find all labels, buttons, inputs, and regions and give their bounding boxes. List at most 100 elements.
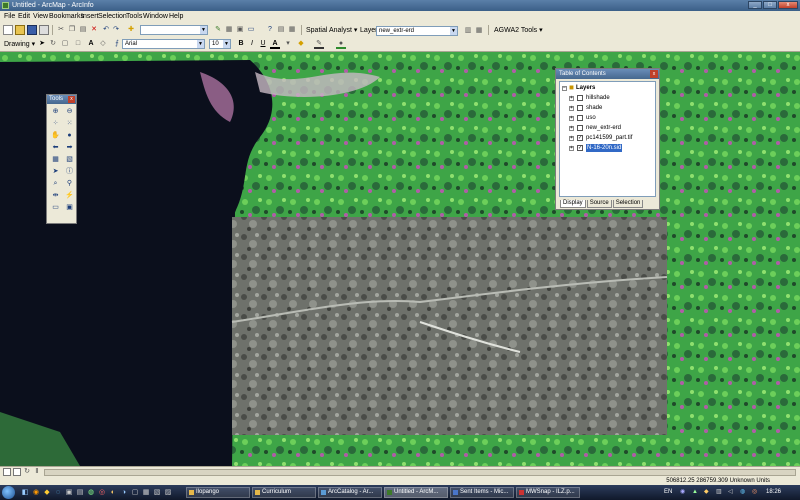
font-size-select[interactable]: 10 ▼: [209, 39, 231, 49]
select-features-icon[interactable]: ▦: [50, 155, 61, 165]
paste-icon[interactable]: ▤: [78, 25, 88, 35]
html-popup-icon[interactable]: ▭: [50, 203, 61, 213]
quick-launch-icon[interactable]: ◧: [20, 488, 30, 498]
command-line-icon[interactable]: ▭: [246, 25, 256, 35]
quick-launch-icon[interactable]: ▧: [152, 488, 162, 498]
chevron-down-icon[interactable]: ▼: [223, 40, 230, 48]
layout-icon[interactable]: ▦: [224, 25, 234, 35]
quick-launch-icon[interactable]: ▤: [75, 488, 85, 498]
quick-launch-icon[interactable]: ▣: [64, 488, 74, 498]
pause-drawing-icon[interactable]: Ⅱ: [33, 468, 41, 476]
map-canvas[interactable]: [0, 52, 800, 466]
refresh-icon[interactable]: ↻: [23, 468, 31, 476]
drawing-menu[interactable]: Drawing ▾: [4, 40, 35, 50]
expand-icon[interactable]: +: [569, 106, 574, 111]
layer-uso[interactable]: uso: [586, 114, 596, 122]
layers-root[interactable]: Layers: [576, 84, 595, 92]
chevron-down-icon[interactable]: ▾: [283, 39, 293, 49]
close-button[interactable]: x: [778, 1, 798, 9]
layer-checkbox[interactable]: [577, 115, 583, 121]
chevron-down-icon[interactable]: ▼: [200, 26, 207, 34]
tray-icon[interactable]: ▲: [692, 485, 698, 500]
layer-pc141599-part[interactable]: pc141599_part.tif: [586, 134, 632, 142]
tools-window-header[interactable]: Tools x: [47, 95, 76, 104]
language-indicator[interactable]: EN: [664, 485, 672, 500]
tools-close-icon[interactable]: x: [68, 96, 75, 103]
full-extent-icon[interactable]: ●: [64, 131, 75, 141]
histogram-icon[interactable]: ▥: [463, 26, 473, 36]
copy-icon[interactable]: ❐: [67, 25, 77, 35]
expand-icon[interactable]: +: [569, 126, 574, 131]
line-color-icon[interactable]: ✎: [314, 39, 324, 49]
quick-launch-icon[interactable]: ▨: [163, 488, 173, 498]
menu-insert[interactable]: Insert: [81, 13, 99, 21]
toc-header[interactable]: Table of Contents x: [556, 69, 659, 79]
tray-icon[interactable]: ◎: [752, 485, 757, 500]
expand-icon[interactable]: +: [569, 136, 574, 141]
chevron-down-icon[interactable]: ▼: [197, 40, 204, 48]
fill-color-icon[interactable]: ◆: [296, 39, 306, 49]
tools-window[interactable]: Tools x ⊕ ⊖ ⁘ ⁙ ✋ ● ⬅ ➡ ▦ ▧ ➤ ⓘ ⌕ ⚲ ⇹ ⚡ ▭…: [46, 94, 77, 224]
menu-selection[interactable]: Selection: [98, 13, 127, 21]
menu-window[interactable]: Window: [143, 13, 168, 21]
collapse-icon[interactable]: −: [562, 86, 567, 91]
tab-display[interactable]: Display: [560, 200, 586, 208]
layer-select[interactable]: new_extr-erd ▼: [376, 26, 458, 36]
hyperlink-icon[interactable]: ⚡: [64, 191, 75, 201]
data-view-icon[interactable]: [3, 468, 11, 476]
clear-selection-icon[interactable]: ▧: [64, 155, 75, 165]
delete-icon[interactable]: ✕: [89, 25, 99, 35]
quick-launch-icon[interactable]: ▢: [130, 488, 140, 498]
volume-icon[interactable]: ◁: [728, 485, 733, 500]
start-button[interactable]: [2, 486, 15, 499]
table-of-contents[interactable]: Table of Contents x − ◼ Layers + hillshad…: [555, 68, 660, 210]
toc-close-icon[interactable]: x: [650, 70, 658, 78]
zoom-in-icon[interactable]: ⊕: [50, 107, 61, 117]
tray-icon[interactable]: ◆: [704, 485, 709, 500]
pan-icon[interactable]: ✋: [50, 131, 61, 141]
task-ilopango[interactable]: Ilopango: [186, 487, 250, 498]
quick-launch-icon[interactable]: ◉: [31, 488, 41, 498]
open-folder-icon[interactable]: [15, 25, 25, 35]
task-curriculum[interactable]: Curriculum: [252, 487, 316, 498]
italic-button[interactable]: I: [247, 39, 257, 49]
identify-icon[interactable]: ⓘ: [64, 167, 75, 177]
layout-view-icon[interactable]: [13, 468, 21, 476]
redo-icon[interactable]: ↷: [111, 25, 121, 35]
zoom-out-icon[interactable]: ⊖: [64, 107, 75, 117]
task-outlook[interactable]: Sent Items - Mic...: [450, 487, 514, 498]
marker-color-icon[interactable]: ●: [336, 39, 346, 49]
quick-launch-icon[interactable]: ◌: [53, 488, 63, 498]
font-name-select[interactable]: Arial ▼: [122, 39, 205, 49]
maximize-button[interactable]: □: [763, 1, 777, 9]
map-scale-combo[interactable]: ▼: [140, 25, 208, 35]
menu-tools[interactable]: Tools: [126, 13, 142, 21]
fixed-zoom-out-icon[interactable]: ⁙: [64, 119, 75, 129]
find-icon[interactable]: ⌕: [50, 179, 61, 189]
whats-this-icon[interactable]: ?: [265, 25, 275, 35]
bold-button[interactable]: B: [236, 39, 246, 49]
tray-icon[interactable]: ◉: [680, 485, 685, 500]
layer-checkbox-checked[interactable]: ✓: [577, 135, 583, 141]
menu-view[interactable]: View: [33, 13, 48, 21]
agwa-tools-menu[interactable]: AGWA2 Tools ▾: [494, 26, 543, 36]
quick-launch-icon[interactable]: ◍: [86, 488, 96, 498]
select-elements-icon[interactable]: ➤: [37, 39, 47, 49]
expand-icon[interactable]: +: [569, 116, 574, 121]
edit-vertices-icon[interactable]: ◇: [98, 39, 108, 49]
task-arcmap-active[interactable]: Untitled - ArcM...: [384, 487, 448, 498]
chevron-down-icon[interactable]: ▼: [450, 27, 457, 35]
forward-extent-icon[interactable]: ➡: [64, 143, 75, 153]
horizontal-scrollbar[interactable]: [44, 469, 796, 476]
layer-new-extr-erd[interactable]: new_extr-erd: [586, 124, 621, 132]
editor-icon[interactable]: ✎: [213, 25, 223, 35]
save-icon[interactable]: [27, 25, 37, 35]
zoom-page-icon[interactable]: ▢: [60, 39, 70, 49]
rotate-icon[interactable]: ↻: [48, 39, 58, 49]
new-document-icon[interactable]: [3, 25, 13, 35]
fixed-zoom-in-icon[interactable]: ⁘: [50, 119, 61, 129]
layer-checkbox[interactable]: [577, 95, 583, 101]
clock[interactable]: 18:26: [766, 485, 781, 500]
underline-button[interactable]: U: [258, 39, 268, 49]
quick-launch-icon[interactable]: ▦: [141, 488, 151, 498]
